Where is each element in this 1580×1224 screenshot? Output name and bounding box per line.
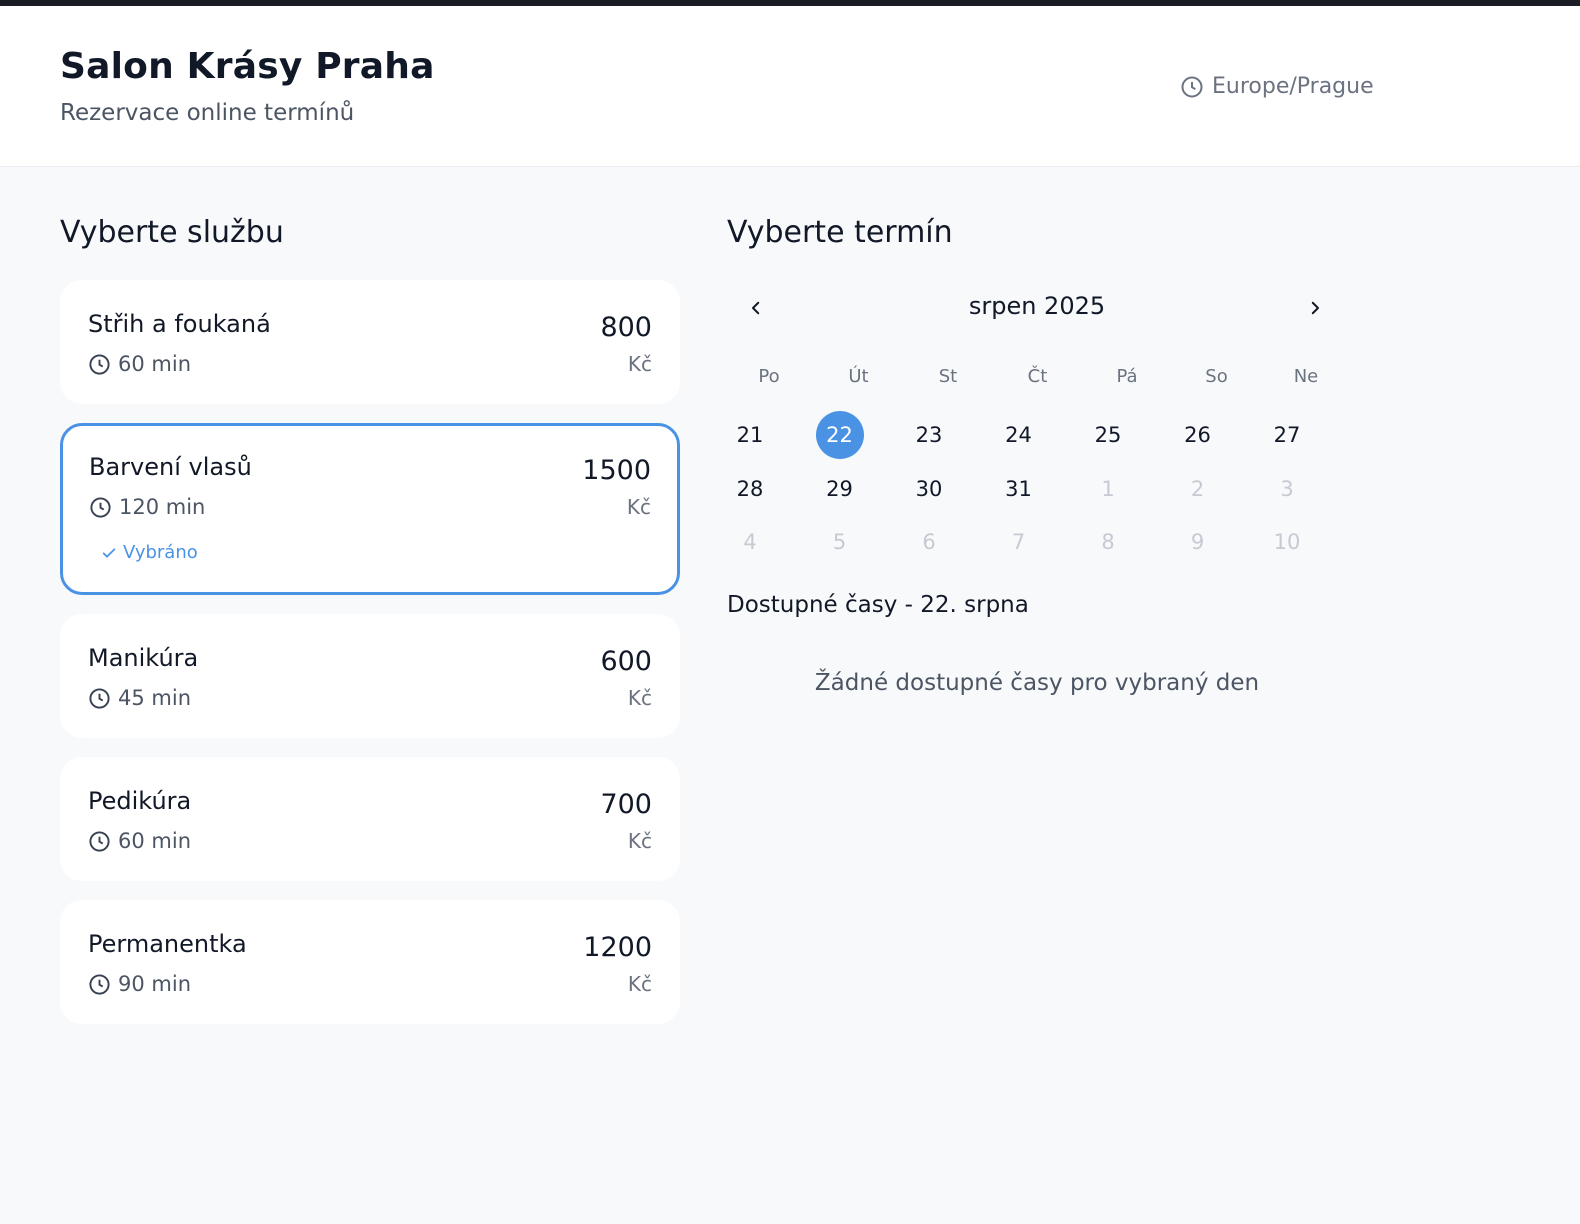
service-price: 600 — [600, 646, 652, 677]
service-duration: 45 min — [88, 686, 191, 710]
clock-icon — [89, 353, 110, 375]
calendar-day: 9 — [1190, 530, 1205, 554]
service-currency: Kč — [627, 972, 652, 996]
calendar-day: 1 — [1101, 476, 1115, 501]
calendar-day[interactable]: 21 — [726, 411, 774, 459]
clock-icon — [1181, 76, 1203, 97]
service-card[interactable]: Střih a foukaná 60 min 800 Kč — [60, 280, 680, 404]
clock-icon — [89, 830, 110, 852]
timezone-indicator: Europe/Prague — [1180, 74, 1374, 99]
calendar-day: 2 — [1190, 476, 1205, 501]
calendar-day: 4 — [743, 530, 757, 554]
available-times-heading: Dostupné časy - 22. srpna — [727, 592, 1029, 618]
calendar-day[interactable]: 30 — [905, 465, 953, 513]
service-duration-label: 60 min — [118, 829, 191, 853]
service-currency: Kč — [627, 352, 652, 376]
calendar-day[interactable]: 26 — [1174, 411, 1222, 459]
next-month-button[interactable] — [1297, 290, 1333, 326]
services-heading: Vyberte službu — [60, 215, 284, 250]
service-currency: Kč — [626, 495, 651, 519]
service-card[interactable]: Manikúra 45 min 600 Kč — [60, 614, 680, 738]
service-duration: 60 min — [88, 829, 191, 853]
calendar-day-selected[interactable]: 22 — [815, 411, 864, 459]
service-duration-label: 45 min — [118, 686, 191, 710]
calendar-day[interactable]: 28 — [726, 465, 774, 513]
weekday-label: So — [1205, 366, 1228, 387]
calendar-day[interactable]: 25 — [1084, 411, 1132, 459]
chevron-right-icon — [1311, 301, 1319, 315]
service-card[interactable]: Barvení vlasů 120 min 1500 Kč Vybráno — [60, 423, 680, 595]
calendar-day: 7 — [1011, 530, 1026, 554]
weekday-label: Ne — [1293, 366, 1319, 387]
service-duration-label: 120 min — [119, 495, 206, 519]
service-duration-label: 90 min — [118, 972, 191, 996]
service-name: Pedikúra — [88, 787, 192, 815]
calendar-day: 8 — [1101, 530, 1115, 554]
weekday-label: Po — [758, 366, 780, 387]
service-name: Střih a foukaná — [88, 310, 271, 338]
app-header: Salon Krásy Praha Rezervace online termí… — [0, 6, 1580, 167]
service-name: Manikúra — [88, 644, 199, 672]
calendar-day: 5 — [832, 530, 847, 554]
calendar-day[interactable]: 31 — [995, 465, 1043, 513]
service-price: 800 — [600, 312, 652, 343]
calendar-day: 10 — [1273, 530, 1301, 554]
service-duration-label: 60 min — [118, 352, 191, 376]
calendar-day: 3 — [1280, 476, 1294, 501]
weekday-label: St — [938, 366, 958, 387]
service-duration: 90 min — [88, 972, 191, 996]
service-price: 700 — [600, 789, 652, 820]
calendar-day[interactable]: 24 — [995, 411, 1043, 459]
service-list: Střih a foukaná 60 min 800 Kč Barvení vlasů 1… — [60, 280, 680, 1043]
service-currency: Kč — [627, 829, 652, 853]
selected-badge-label: Vybráno — [123, 542, 198, 563]
selected-badge: Vybráno — [101, 542, 198, 563]
service-price: 1200 — [583, 932, 652, 963]
clock-icon — [90, 496, 111, 518]
salon-title: Salon Krásy Praha — [60, 46, 435, 87]
calendar-heading: Vyberte termín — [727, 215, 953, 250]
calendar-day[interactable]: 27 — [1263, 411, 1311, 459]
service-name: Permanentka — [88, 930, 247, 958]
weekday-label: Út — [848, 366, 869, 387]
clock-icon — [89, 687, 110, 709]
weekday-label: Pá — [1116, 366, 1138, 387]
timezone-label: Europe/Prague — [1212, 74, 1374, 99]
calendar-day[interactable]: 23 — [905, 411, 953, 459]
salon-subtitle: Rezervace online termínů — [60, 100, 355, 126]
weekday-label: Čt — [1027, 366, 1048, 387]
service-duration: 60 min — [88, 352, 191, 376]
service-price: 1500 — [582, 455, 651, 486]
clock-icon — [89, 973, 110, 995]
service-currency: Kč — [627, 686, 652, 710]
service-name: Barvení vlasů — [89, 453, 252, 481]
service-card[interactable]: Permanentka 90 min 1200 Kč — [60, 900, 680, 1024]
month-label: srpen 2025 — [968, 292, 1106, 320]
service-card[interactable]: Pedikúra 60 min 700 Kč — [60, 757, 680, 881]
no-times-message: Žádné dostupné časy pro vybraný den — [814, 670, 1260, 696]
calendar-day[interactable]: 29 — [816, 465, 864, 513]
service-duration: 120 min — [89, 495, 205, 519]
calendar-day: 6 — [922, 530, 936, 554]
check-icon — [102, 547, 116, 558]
